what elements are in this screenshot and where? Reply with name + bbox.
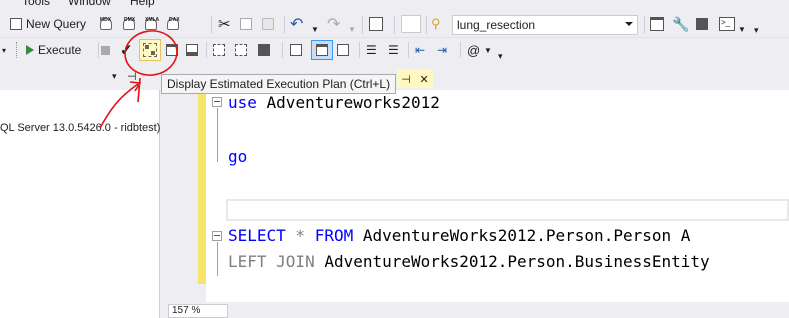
annotation-arrow-line	[137, 77, 141, 103]
red-annotation	[99, 30, 178, 129]
annotation-arrow-curve	[99, 83, 139, 129]
annotation-circle	[124, 30, 178, 76]
